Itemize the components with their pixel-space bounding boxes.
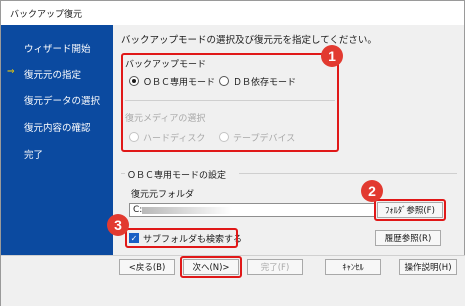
annotation-badge-1: 1 — [321, 45, 343, 67]
footer-bar: <戻る(B) 次へ(N)> 完了(F) ｷｬﾝｾﾙ 操作説明(H) — [1, 255, 465, 306]
sidebar-step-confirm: 復元内容の確認 — [1, 119, 113, 135]
obc-settings-title: ＯＢＣ専用モードの設定 — [127, 171, 227, 181]
folder-path-value: C: — [133, 205, 143, 215]
sidebar-step-label: 復元データの選択 — [24, 96, 101, 107]
window-title: バックアップ復元 — [10, 10, 83, 20]
sidebar-step-start: ウィザード開始 — [1, 40, 113, 56]
folder-path-input[interactable]: C: — [129, 203, 375, 217]
instruction-text: バックアップモードの選択及び復元元を指定してください。 — [121, 35, 377, 46]
sidebar-step-source: ⇒ 復元元の指定 — [1, 66, 113, 82]
sidebar-step-label: ウィザード開始 — [24, 44, 91, 55]
wizard-steps-sidebar: ウィザード開始 ⇒ 復元元の指定 復元データの選択 復元内容の確認 完了 — [1, 25, 113, 255]
cancel-button[interactable]: ｷｬﾝｾﾙ — [325, 259, 381, 275]
manual-button[interactable]: 操作説明(H) — [399, 259, 457, 275]
sidebar-step-data: 復元データの選択 — [1, 92, 113, 108]
wizard-content: バックアップモードの選択及び復元元を指定してください。 バックアップモード ＯＢ… — [107, 25, 465, 255]
redacted-path — [142, 207, 232, 214]
annotation-highlight-1 — [121, 53, 339, 152]
wizard-window: バックアップ復元 ウィザード開始 ⇒ 復元元の指定 復元データの選択 復元内容の… — [0, 0, 465, 306]
folder-label: 復元元フォルダ — [131, 190, 195, 200]
group-border-left — [121, 173, 125, 174]
annotation-highlight-2 — [374, 199, 446, 221]
sidebar-step-label: 復元元の指定 — [24, 70, 82, 81]
sidebar-step-label: 復元内容の確認 — [24, 123, 91, 134]
finish-button[interactable]: 完了(F) — [247, 259, 303, 275]
current-step-arrow-icon: ⇒ — [7, 67, 15, 77]
sidebar-step-complete: 完了 — [1, 146, 113, 162]
group-border-right — [239, 173, 457, 174]
annotation-badge-3: 3 — [107, 214, 129, 236]
back-button[interactable]: <戻る(B) — [119, 259, 175, 275]
annotation-badge-2: 2 — [361, 180, 383, 202]
history-button[interactable]: 履歴参照(R) — [375, 230, 441, 246]
sidebar-step-label: 完了 — [24, 150, 44, 161]
annotation-highlight-3 — [125, 228, 238, 248]
title-bar: バックアップ復元 — [1, 1, 464, 25]
annotation-highlight-next — [180, 256, 242, 278]
